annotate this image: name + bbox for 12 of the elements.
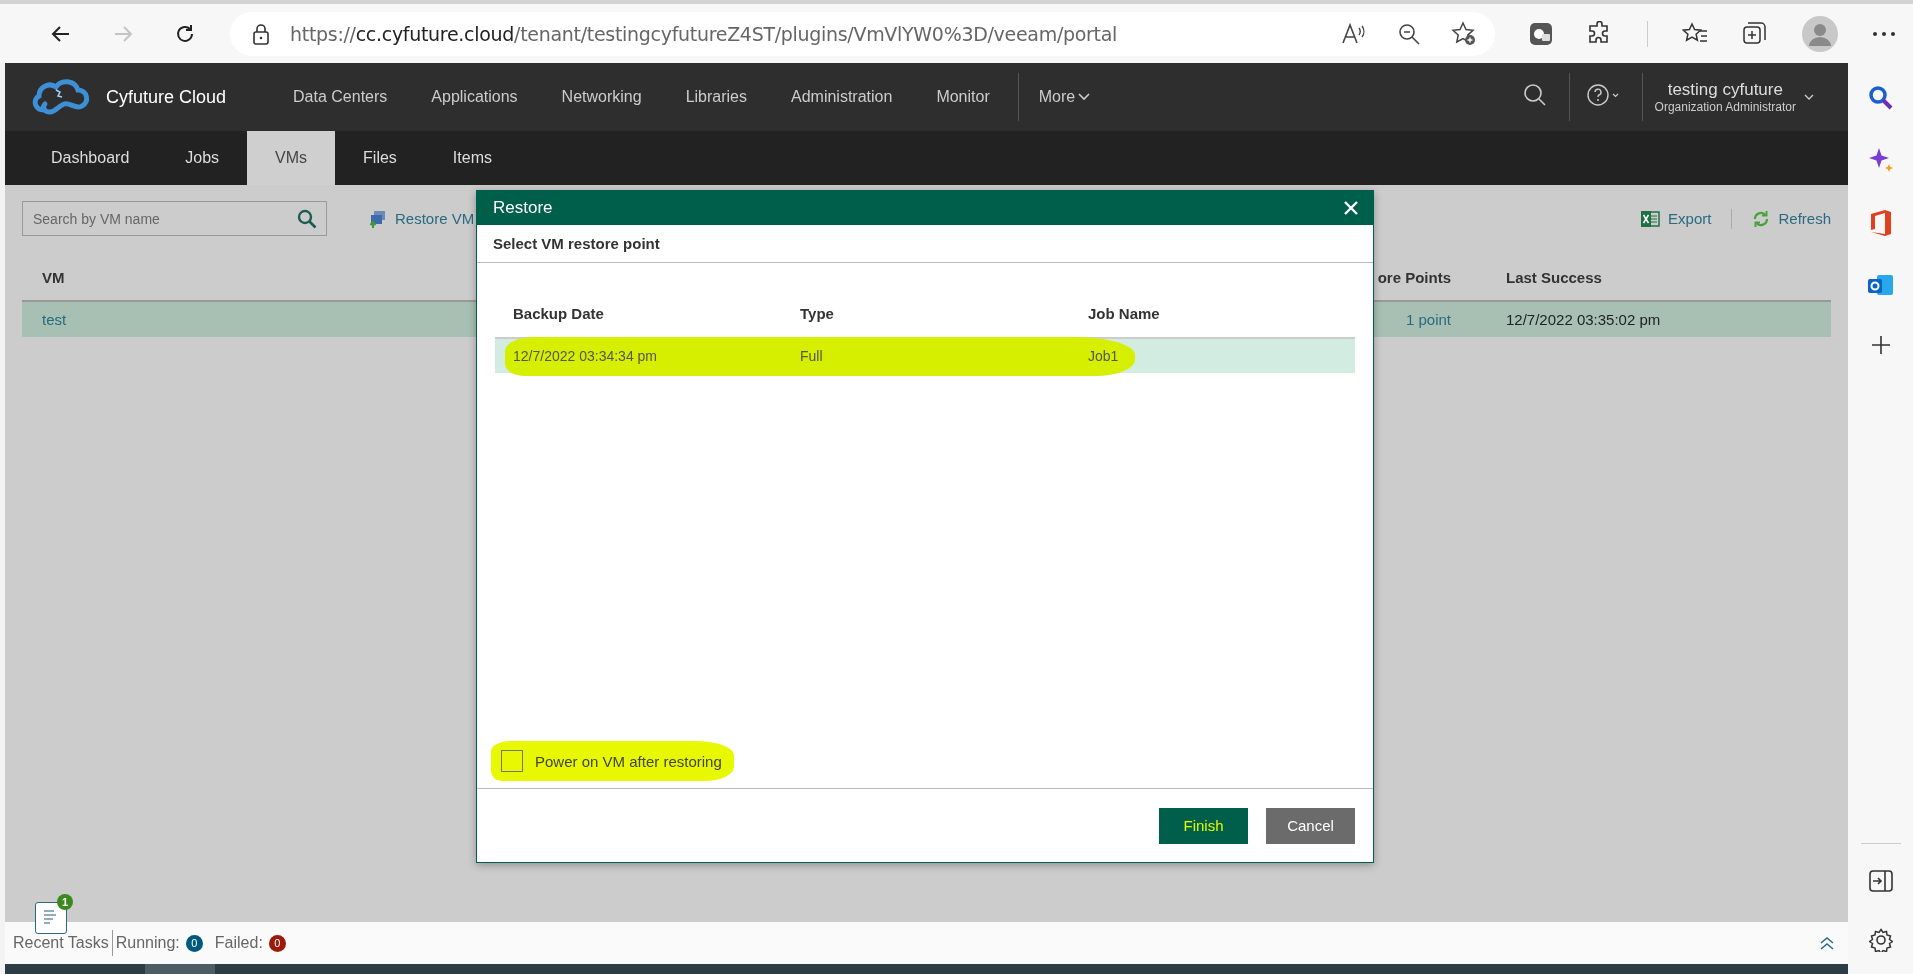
failed-label: Failed: bbox=[214, 934, 263, 952]
dialog-title: Restore bbox=[493, 198, 553, 218]
table-cell-text: 12/7/2022 03:34:34 pm bbox=[512, 348, 658, 364]
dialog-subtitle: Select VM restore point bbox=[477, 225, 1373, 263]
running-count: 0 bbox=[185, 934, 203, 952]
table-cell-text: Job1 bbox=[1087, 348, 1120, 364]
failed-count: 0 bbox=[268, 934, 286, 952]
table-cell-text: Full bbox=[799, 348, 824, 364]
running-label: Running: bbox=[115, 934, 180, 952]
user-role: Organization Administrator bbox=[1654, 100, 1796, 114]
brand-name: Cyfuture Cloud bbox=[106, 86, 227, 108]
table-cell: 12/7/2022 03:35:02 pm bbox=[1506, 311, 1661, 328]
